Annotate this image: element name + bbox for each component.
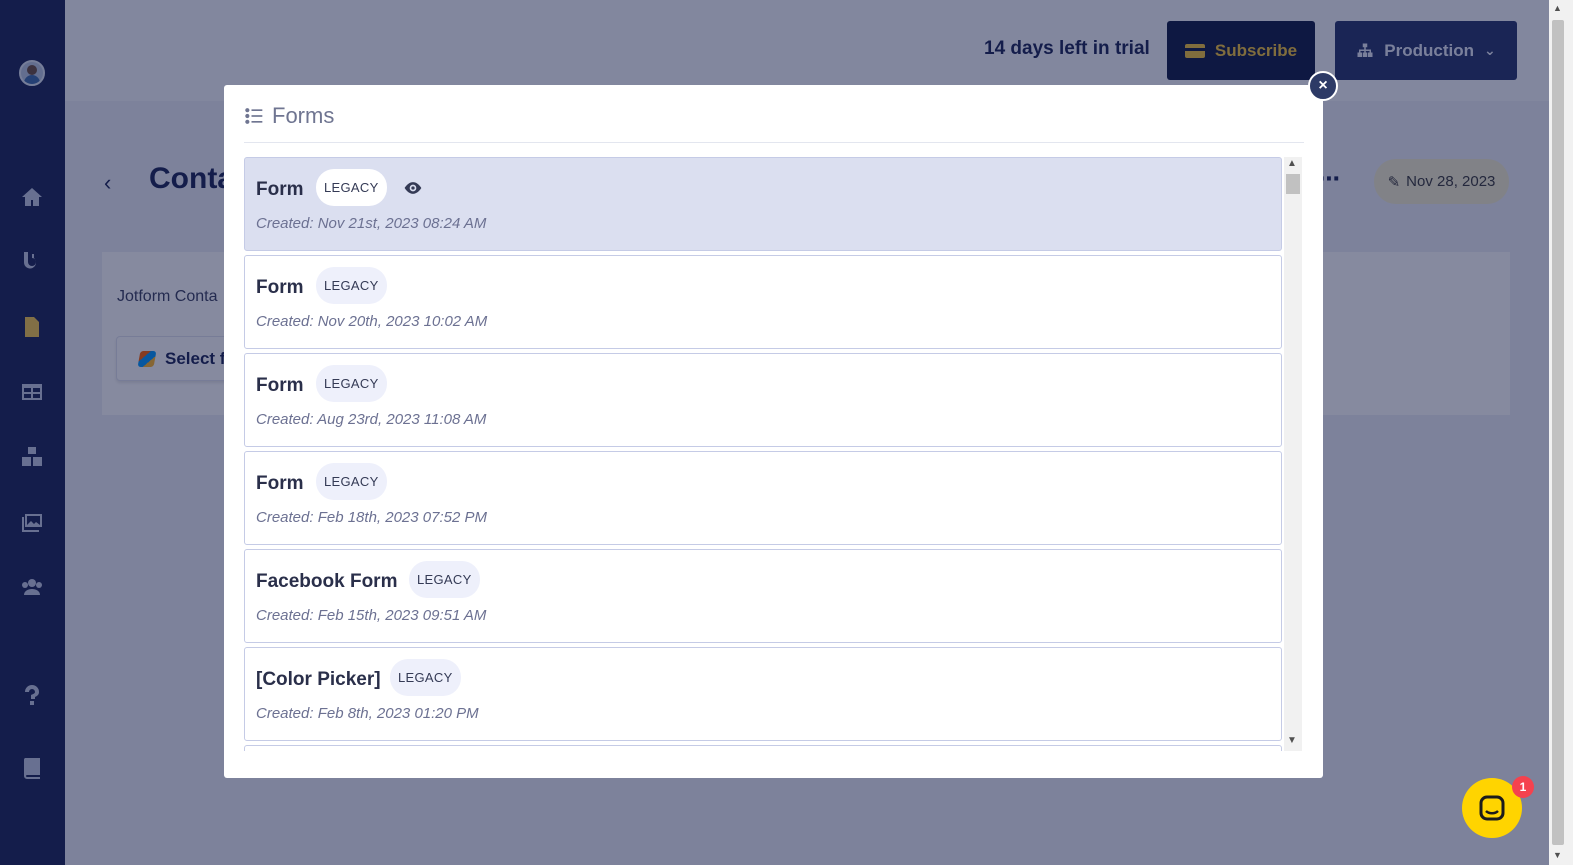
created-date: Created: Nov 20th, 2023 10:02 AM bbox=[256, 313, 488, 330]
created-date: Created: Feb 8th, 2023 01:20 PM bbox=[256, 705, 479, 722]
scroll-down-icon[interactable]: ▼ bbox=[1287, 735, 1297, 746]
close-button[interactable]: × bbox=[1308, 71, 1338, 101]
modal-header: Forms bbox=[244, 103, 1304, 143]
legacy-badge: LEGACY bbox=[316, 463, 387, 500]
legacy-badge: LEGACY bbox=[316, 169, 387, 206]
form-name: [Color Picker] bbox=[256, 669, 381, 690]
eye-icon[interactable] bbox=[402, 178, 424, 198]
form-list-item[interactable]: Form LEGACY Created: Feb 18th, 2023 07:5… bbox=[244, 451, 1282, 545]
page-scrollbar-thumb[interactable] bbox=[1552, 20, 1564, 845]
form-list-item[interactable]: Facebook Form LEGACY Created: Feb 15th, … bbox=[244, 549, 1282, 643]
scroll-up-icon[interactable]: ▲ bbox=[1287, 158, 1297, 169]
page-scroll-up-icon[interactable]: ▲ bbox=[1553, 3, 1562, 13]
form-list-item[interactable]: Form LEGACY Created: Nov 21st, 2023 08:2… bbox=[244, 157, 1282, 251]
chat-icon bbox=[1479, 795, 1505, 821]
form-name: Form bbox=[256, 473, 304, 494]
modal-title: Forms bbox=[272, 103, 335, 128]
legacy-badge: LEGACY bbox=[316, 267, 387, 304]
form-name: Form bbox=[256, 375, 304, 396]
list-scrollbar[interactable] bbox=[1284, 157, 1302, 751]
notification-badge: 1 bbox=[1512, 776, 1534, 798]
forms-list: Form LEGACY Created: Nov 21st, 2023 08:2… bbox=[244, 157, 1282, 751]
form-list-item[interactable]: Form LEGACY Created: Nov 20th, 2023 10:0… bbox=[244, 255, 1282, 349]
created-date: Created: Feb 15th, 2023 09:51 AM bbox=[256, 607, 487, 624]
form-list-item[interactable]: Form LEGACY Created: Aug 23rd, 2023 11:0… bbox=[244, 353, 1282, 447]
list-icon bbox=[245, 108, 263, 124]
list-scrollbar-thumb[interactable] bbox=[1286, 174, 1300, 194]
legacy-badge: LEGACY bbox=[390, 659, 461, 696]
form-name: Form bbox=[256, 277, 304, 298]
legacy-badge: LEGACY bbox=[316, 365, 387, 402]
form-name: Form bbox=[256, 179, 304, 200]
page-scroll-down-icon[interactable]: ▼ bbox=[1553, 850, 1562, 860]
form-list-item[interactable] bbox=[244, 745, 1282, 751]
created-date: Created: Feb 18th, 2023 07:52 PM bbox=[256, 509, 487, 526]
form-list-item[interactable]: [Color Picker] LEGACY Created: Feb 8th, … bbox=[244, 647, 1282, 741]
page-scrollbar[interactable]: ▲ ▼ bbox=[1549, 0, 1573, 865]
form-name: Facebook Form bbox=[256, 571, 398, 592]
legacy-badge: LEGACY bbox=[409, 561, 480, 598]
created-date: Created: Nov 21st, 2023 08:24 AM bbox=[256, 215, 487, 232]
close-icon: × bbox=[1318, 77, 1328, 94]
created-date: Created: Aug 23rd, 2023 11:08 AM bbox=[256, 411, 487, 428]
